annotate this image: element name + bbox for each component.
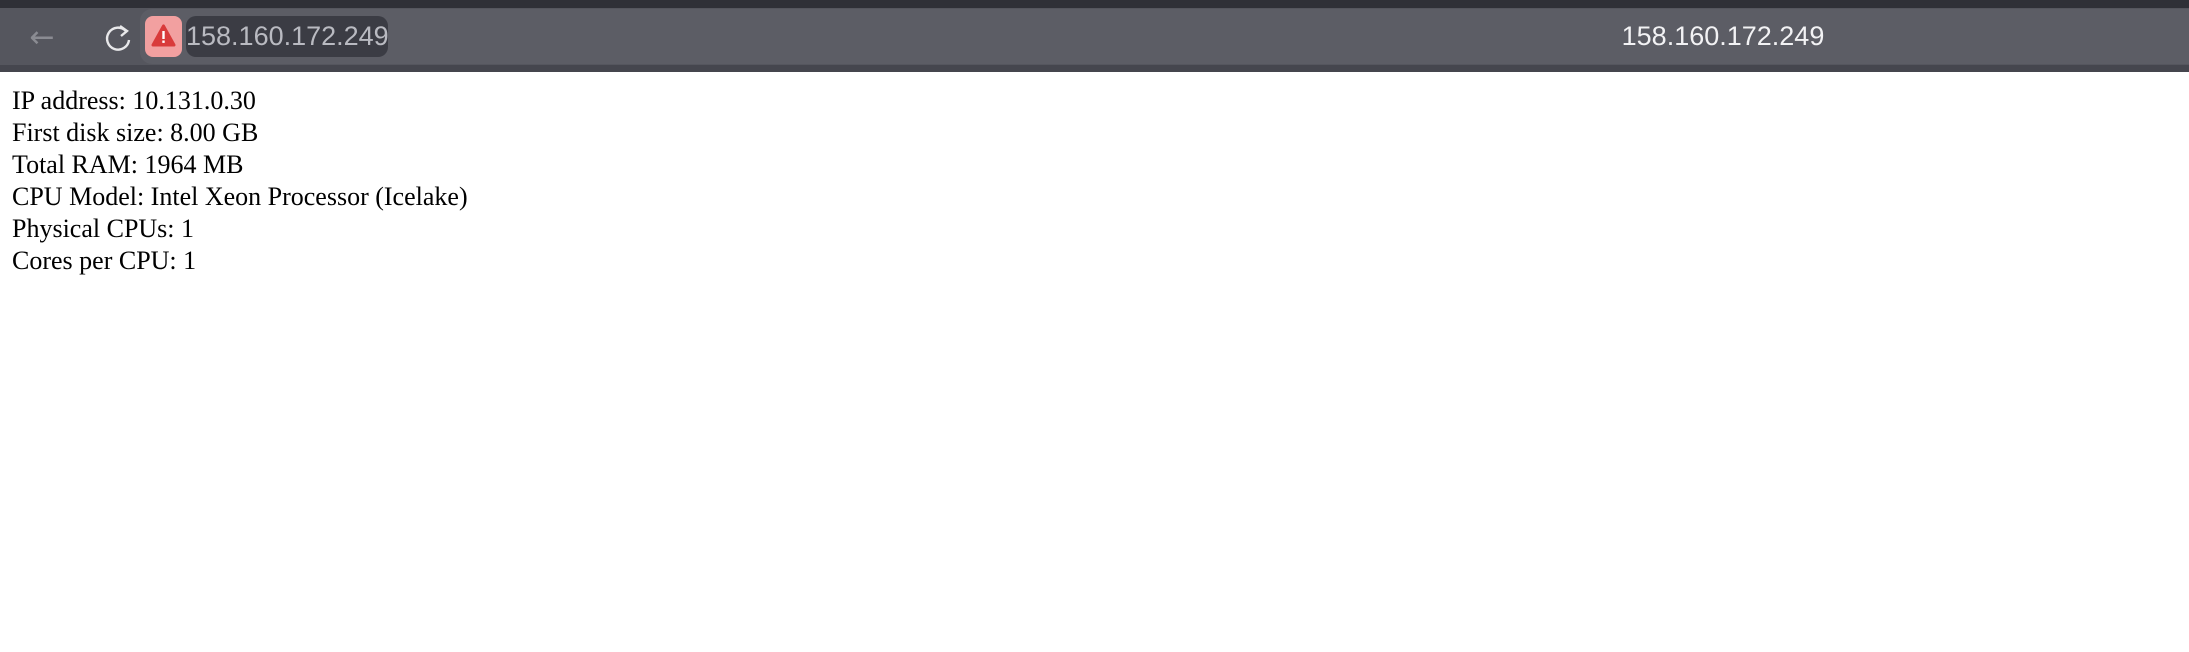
page-title: 158.160.172.249 [1621,21,1825,51]
cores-per-cpu-line: Cores per CPU: 1 [12,246,197,275]
reload-icon[interactable] [98,18,138,58]
ip-address-line: IP address: 10.131.0.30 [12,86,256,115]
back-arrow-icon[interactable]: ← [22,20,62,56]
warning-triangle-icon[interactable] [145,16,182,57]
window-top-strip [0,0,2189,8]
total-ram-line: Total RAM: 1964 MB [12,150,244,179]
browser-toolbar: ← 158.160.172.249 158.160.172.249 [0,0,2189,72]
physical-cpus-line: Physical CPUs: 1 [12,214,195,243]
url-text[interactable]: 158.160.172.249 [186,16,389,57]
disk-size-line: First disk size: 8.00 GB [12,118,259,147]
cpu-model-line: CPU Model: Intel Xeon Processor (Icelake… [12,182,468,211]
page-content: IP address: 10.131.0.30 First disk size:… [12,85,468,277]
